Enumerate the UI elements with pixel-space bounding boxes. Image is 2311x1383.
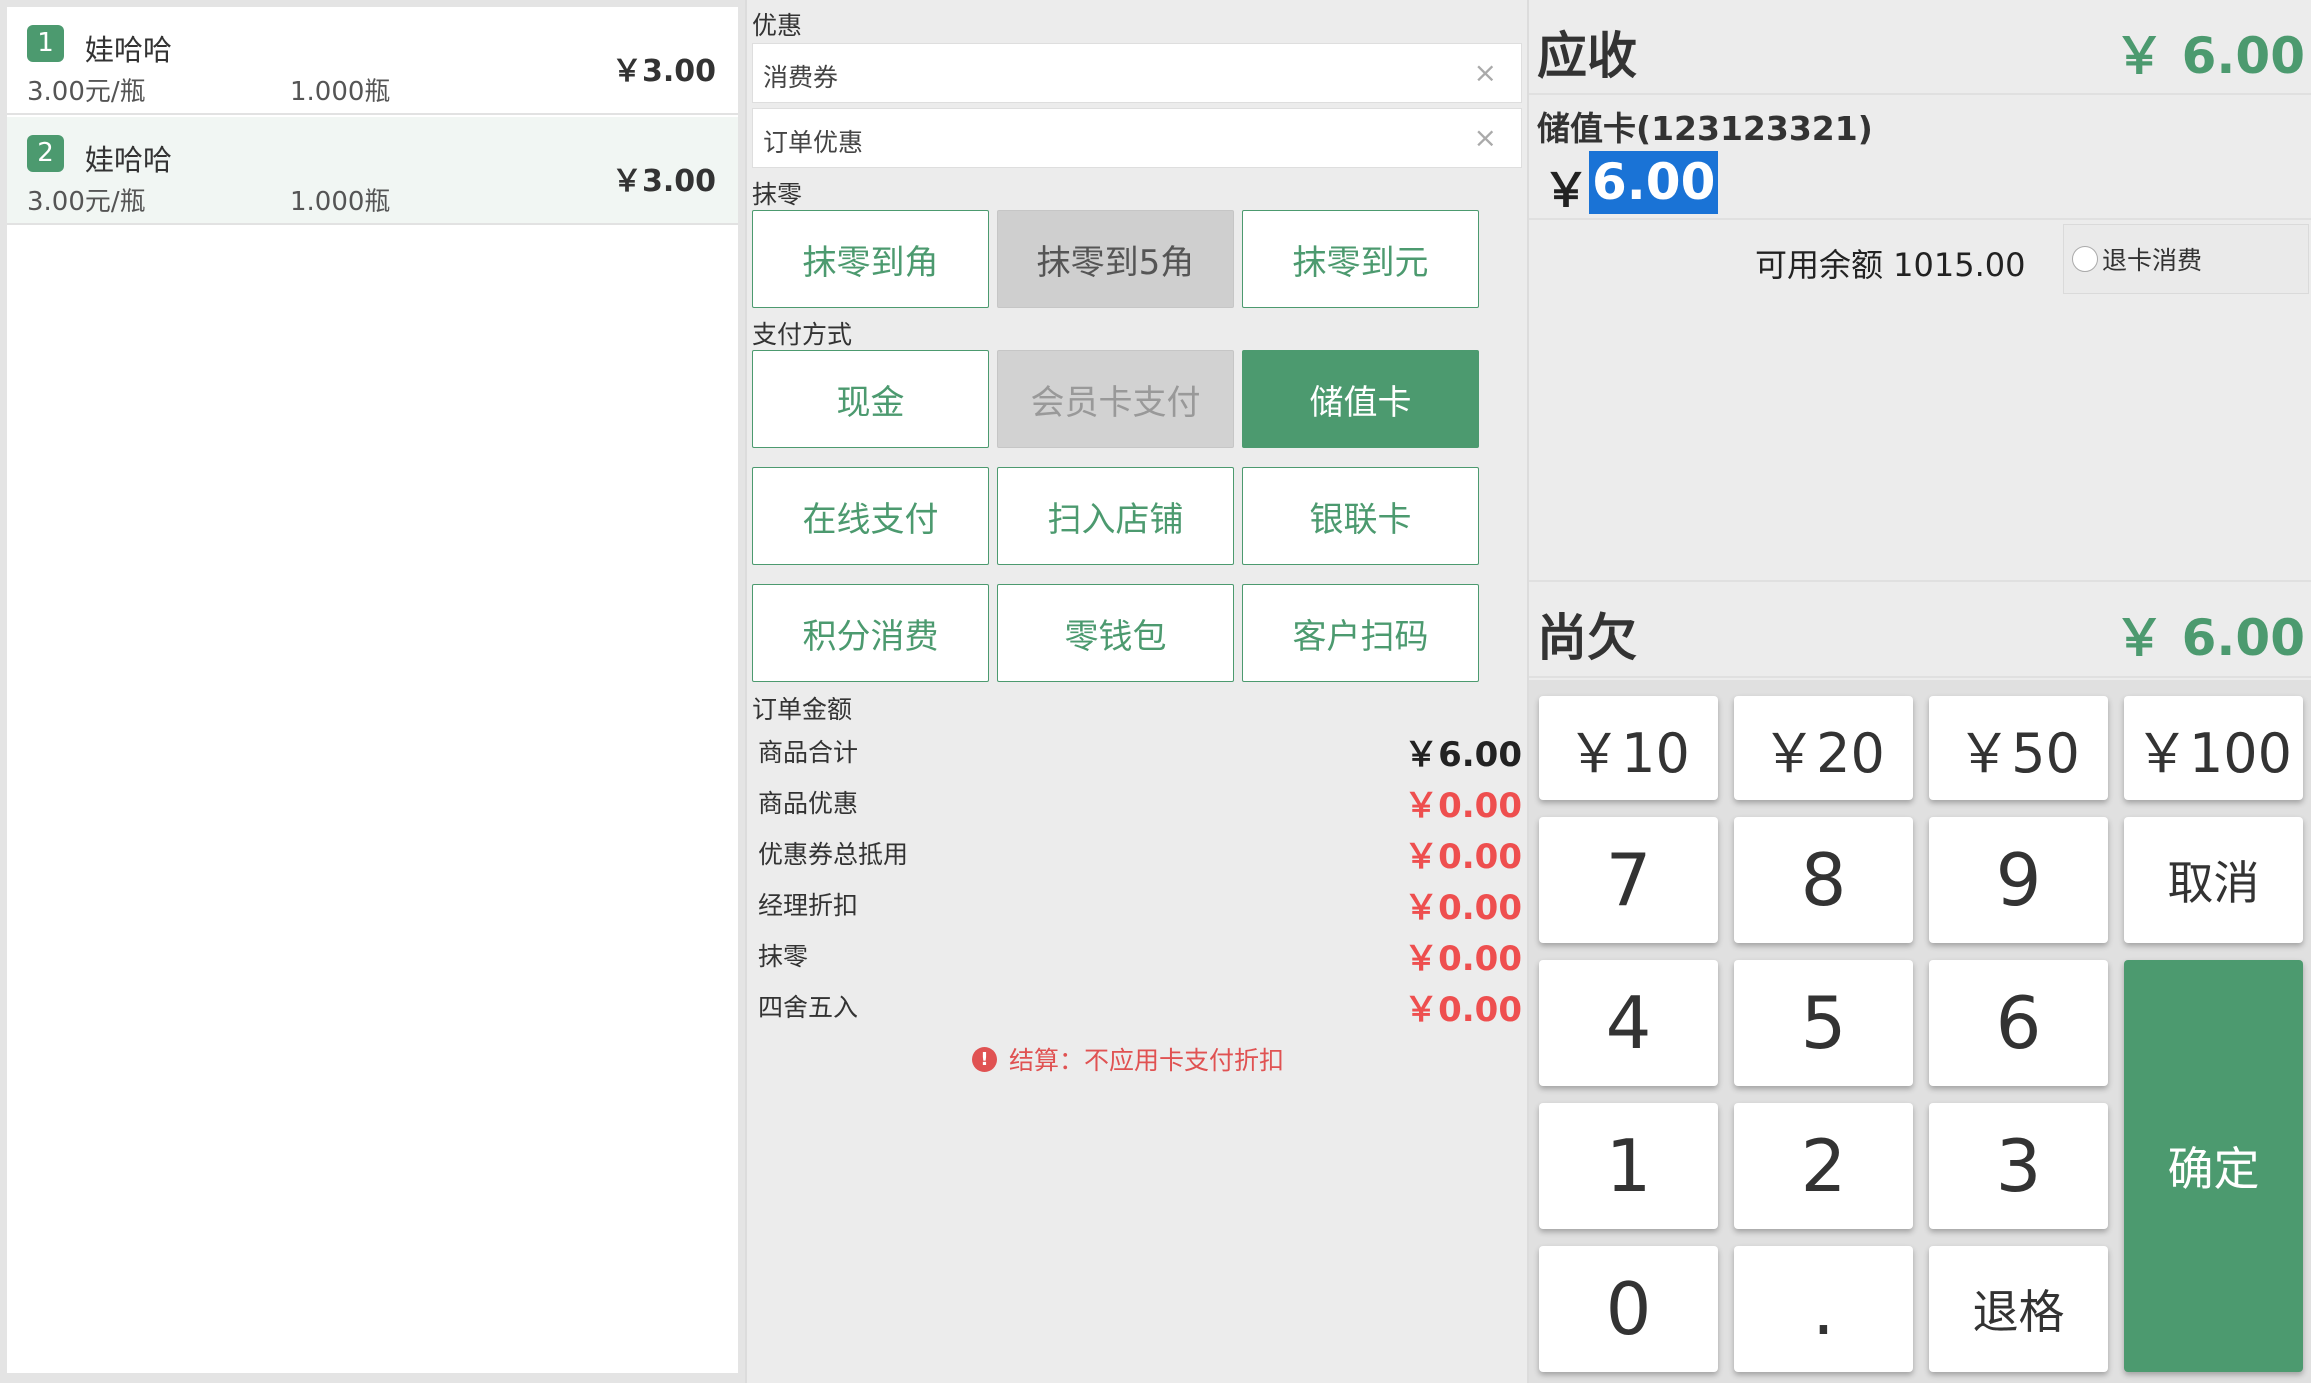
key-50-yuan[interactable]: ￥50 bbox=[1929, 696, 2108, 800]
amount-row-subtotal: 商品合计 ￥6.00 bbox=[752, 723, 1522, 775]
order-item[interactable]: 1 娃哈哈 3.00元/瓶 1.000瓶 ￥3.00 bbox=[7, 7, 738, 115]
discount-section-label: 优惠 bbox=[752, 11, 803, 40]
amount-row-label: 抹零 bbox=[758, 942, 809, 971]
item-name: 娃哈哈 bbox=[85, 33, 173, 67]
cancel-button[interactable]: 取消 bbox=[2124, 817, 2303, 943]
order-amount-section-label: 订单金额 bbox=[752, 695, 853, 724]
round-to-jiao-button[interactable]: 抹零到角 bbox=[752, 210, 989, 308]
amount-row-value: ￥0.00 bbox=[1404, 939, 1522, 979]
item-total: ￥3.00 bbox=[611, 54, 716, 89]
radio-icon[interactable] bbox=[2072, 246, 2098, 272]
key-10-yuan[interactable]: ￥10 bbox=[1539, 696, 1718, 800]
key-2[interactable]: 2 bbox=[1734, 1103, 1913, 1229]
amount-row-value: ￥0.00 bbox=[1404, 837, 1522, 877]
round-to-yuan-button[interactable]: 抹零到元 bbox=[1242, 210, 1479, 308]
order-item[interactable]: 2 娃哈哈 3.00元/瓶 1.000瓶 ￥3.00 bbox=[7, 117, 738, 225]
order-discount-field[interactable]: 订单优惠 × bbox=[752, 108, 1522, 168]
pay-member-card-button[interactable]: 会员卡支付 bbox=[997, 350, 1234, 448]
payment-summary-panel: 应收 ￥ 6.00 储值卡(123123321) ￥ 6.00 可用余额 101… bbox=[1527, 0, 2311, 1383]
refund-card-consumption-label: 退卡消费 bbox=[2102, 246, 2203, 275]
item-index-badge: 1 bbox=[27, 25, 64, 62]
rounding-section-label: 抹零 bbox=[752, 180, 803, 209]
divider bbox=[1529, 676, 2311, 678]
pay-online-button[interactable]: 在线支付 bbox=[752, 467, 989, 565]
coupon-field[interactable]: 消费券 × bbox=[752, 43, 1522, 103]
amount-owed-label: 尚欠 bbox=[1537, 609, 1637, 667]
amount-row-coupon: 优惠券总抵用 ￥0.00 bbox=[752, 825, 1522, 877]
warning-icon: ! bbox=[972, 1046, 997, 1072]
item-name: 娃哈哈 bbox=[85, 143, 173, 177]
card-payment-amount-input[interactable]: 6.00 bbox=[1589, 151, 1719, 214]
clear-icon[interactable]: × bbox=[1474, 56, 1497, 89]
key-7[interactable]: 7 bbox=[1539, 817, 1718, 943]
settlement-note-text: 结算：不应用卡支付折扣 bbox=[1009, 1046, 1285, 1075]
coupon-field-text: 消费券 bbox=[763, 63, 839, 92]
key-3[interactable]: 3 bbox=[1929, 1103, 2108, 1229]
amount-row-value: ￥0.00 bbox=[1404, 786, 1522, 826]
amount-row-value: ￥0.00 bbox=[1404, 888, 1522, 928]
item-quantity: 1.000瓶 bbox=[290, 187, 391, 217]
available-balance: 可用余额 1015.00 bbox=[1755, 246, 2026, 284]
pay-stored-value-card-button[interactable]: 储值卡 bbox=[1242, 350, 1479, 448]
settlement-note: ! 结算：不应用卡支付折扣 bbox=[972, 1041, 1284, 1077]
amount-row-value: ￥0.00 bbox=[1404, 990, 1522, 1030]
checkout-options-panel: 优惠 消费券 × 订单优惠 × 抹零 抹零到角 抹零到5角 抹零到元 支付方式 … bbox=[745, 0, 1527, 1383]
round-to-5jiao-button[interactable]: 抹零到5角 bbox=[997, 210, 1234, 308]
key-5[interactable]: 5 bbox=[1734, 960, 1913, 1086]
backspace-button[interactable]: 退格 bbox=[1929, 1246, 2108, 1372]
amount-owed-value: ￥ 6.00 bbox=[2114, 609, 2305, 667]
divider bbox=[1529, 580, 2311, 582]
amount-due-value: ￥ 6.00 bbox=[2114, 27, 2305, 85]
key-4[interactable]: 4 bbox=[1539, 960, 1718, 1086]
pay-wallet-button[interactable]: 零钱包 bbox=[997, 584, 1234, 682]
amount-row-label: 经理折扣 bbox=[758, 891, 859, 920]
clear-icon[interactable]: × bbox=[1474, 121, 1497, 154]
payment-section-label: 支付方式 bbox=[752, 320, 853, 349]
item-index-badge: 2 bbox=[27, 135, 64, 172]
numeric-keypad: ￥10 ￥20 ￥50 ￥100 7 8 9 取消 4 5 6 1 2 3 0 … bbox=[1529, 680, 2311, 1383]
pay-points-button[interactable]: 积分消费 bbox=[752, 584, 989, 682]
pay-customer-scan-button[interactable]: 客户扫码 bbox=[1242, 584, 1479, 682]
item-unit-price: 3.00元/瓶 bbox=[27, 187, 146, 217]
key-1[interactable]: 1 bbox=[1539, 1103, 1718, 1229]
amount-row-rounding: 抹零 ￥0.00 bbox=[752, 927, 1522, 979]
amount-row-value: ￥6.00 bbox=[1404, 735, 1522, 775]
key-20-yuan[interactable]: ￥20 bbox=[1734, 696, 1913, 800]
amount-row-label: 四舍五入 bbox=[758, 993, 859, 1022]
amount-due-label: 应收 bbox=[1537, 27, 1637, 85]
key-9[interactable]: 9 bbox=[1929, 817, 2108, 943]
divider bbox=[1529, 93, 2311, 95]
currency-symbol: ￥ bbox=[1543, 163, 1589, 217]
order-list-panel: 1 娃哈哈 3.00元/瓶 1.000瓶 ￥3.00 2 娃哈哈 3.00元/瓶… bbox=[0, 0, 745, 1383]
item-unit-price: 3.00元/瓶 bbox=[27, 77, 146, 107]
key-6[interactable]: 6 bbox=[1929, 960, 2108, 1086]
key-decimal[interactable]: . bbox=[1734, 1246, 1913, 1372]
item-quantity: 1.000瓶 bbox=[290, 77, 391, 107]
order-list: 1 娃哈哈 3.00元/瓶 1.000瓶 ￥3.00 2 娃哈哈 3.00元/瓶… bbox=[7, 7, 738, 1373]
amount-row-label: 商品合计 bbox=[758, 738, 859, 767]
key-0[interactable]: 0 bbox=[1539, 1246, 1718, 1372]
pay-unionpay-button[interactable]: 银联卡 bbox=[1242, 467, 1479, 565]
order-discount-field-text: 订单优惠 bbox=[763, 128, 864, 157]
confirm-button[interactable]: 确定 bbox=[2124, 960, 2303, 1372]
amount-row-round-half: 四舍五入 ￥0.00 bbox=[752, 978, 1522, 1030]
amount-row-label: 优惠券总抵用 bbox=[758, 840, 909, 869]
item-total: ￥3.00 bbox=[611, 164, 716, 199]
pay-scan-store-button[interactable]: 扫入店铺 bbox=[997, 467, 1234, 565]
stored-card-label: 储值卡(123123321) bbox=[1537, 109, 1873, 148]
pay-cash-button[interactable]: 现金 bbox=[752, 350, 989, 448]
amount-row-label: 商品优惠 bbox=[758, 789, 859, 818]
key-8[interactable]: 8 bbox=[1734, 817, 1913, 943]
amount-row-manager-discount: 经理折扣 ￥0.00 bbox=[752, 876, 1522, 928]
refund-card-consumption-toggle[interactable]: 退卡消费 bbox=[2063, 224, 2309, 294]
amount-row-item-discount: 商品优惠 ￥0.00 bbox=[752, 774, 1522, 826]
divider bbox=[1529, 218, 2311, 220]
key-100-yuan[interactable]: ￥100 bbox=[2124, 696, 2303, 800]
